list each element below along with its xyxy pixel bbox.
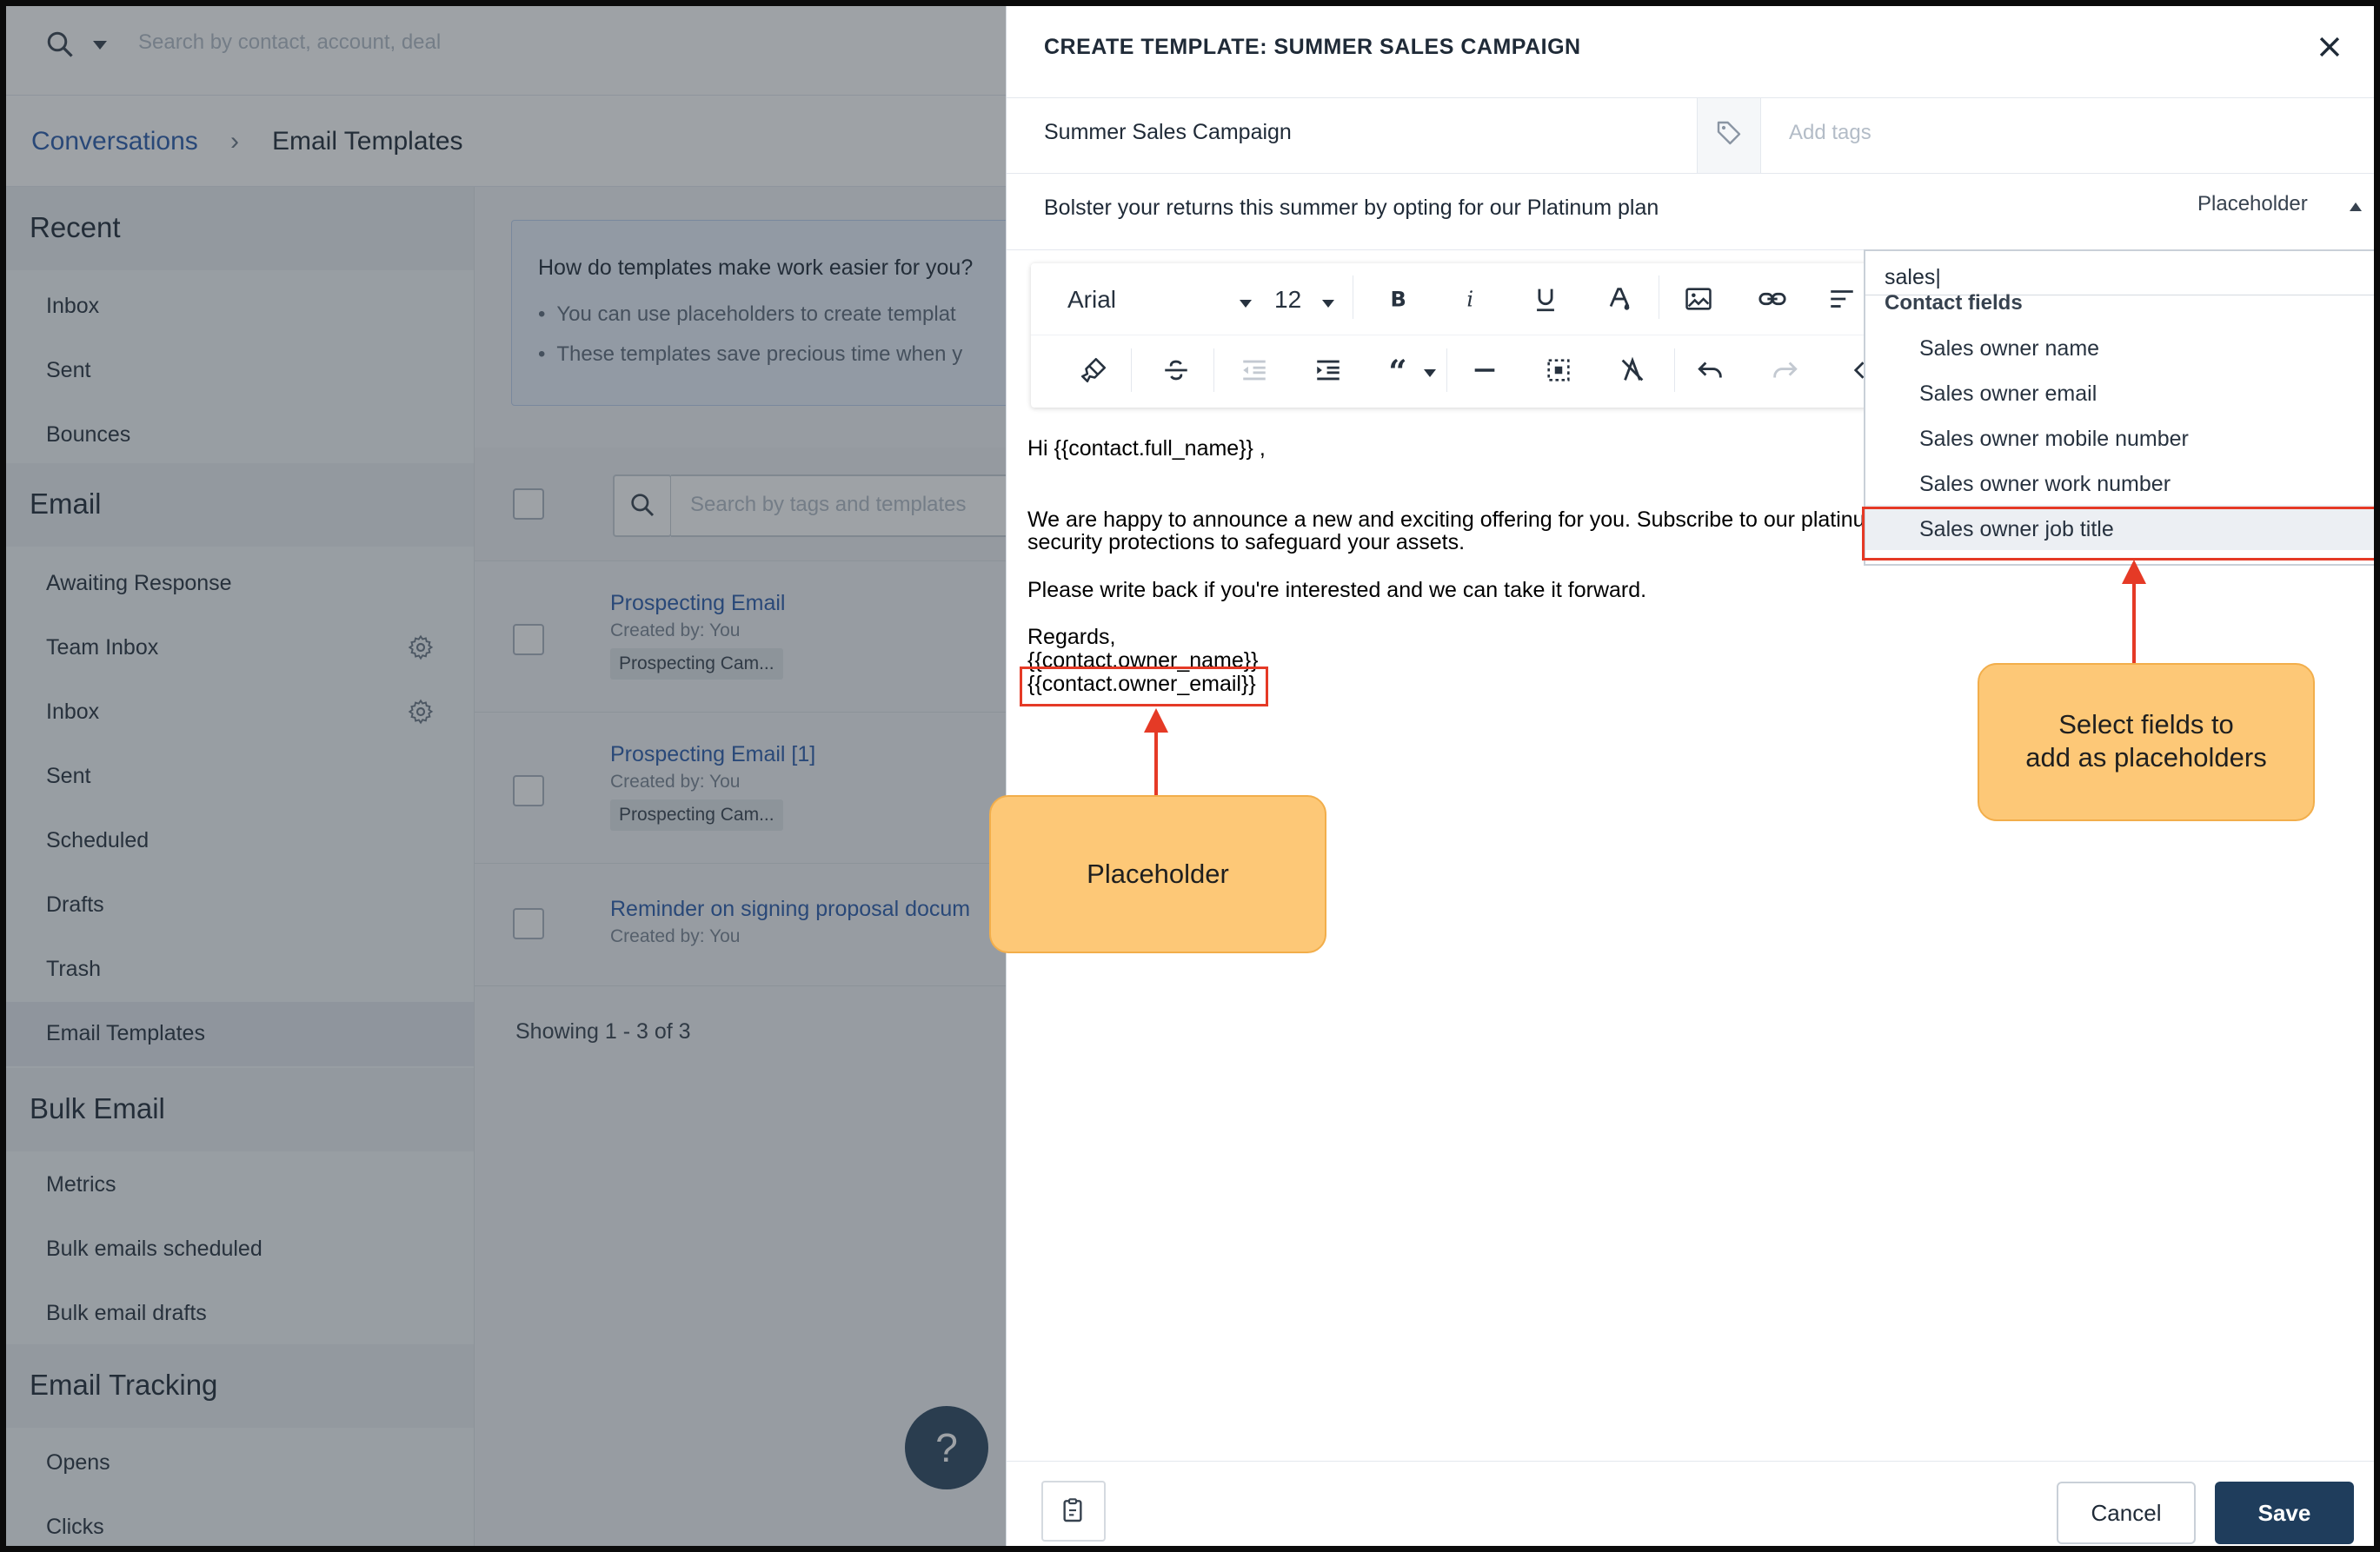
toolbar-separator xyxy=(1213,348,1214,392)
tags-input[interactable]: Add tags xyxy=(1789,121,1871,145)
dropdown-option[interactable]: Sales owner email xyxy=(1865,369,2374,415)
font-size-select[interactable]: 12 xyxy=(1274,286,1301,314)
redo-icon[interactable] xyxy=(1770,355,1799,385)
toolbar-separator xyxy=(1674,348,1675,392)
arrow-head xyxy=(2122,560,2146,584)
divider xyxy=(1007,97,2374,98)
italic-icon[interactable]: i xyxy=(1457,284,1486,314)
undo-icon[interactable] xyxy=(1696,355,1725,385)
chevron-up-icon[interactable] xyxy=(2350,202,2362,211)
cancel-button[interactable]: Cancel xyxy=(2057,1482,2196,1544)
svg-text:B: B xyxy=(1391,288,1406,312)
link-icon[interactable] xyxy=(1757,284,1788,314)
create-template-drawer: CREATE TEMPLATE: SUMMER SALES CAMPAIGN S… xyxy=(989,6,2374,1546)
align-icon[interactable] xyxy=(1826,284,1858,314)
close-icon[interactable] xyxy=(2315,32,2344,62)
template-name-input[interactable]: Summer Sales Campaign xyxy=(1044,120,1292,145)
fields-callout: Select fields to add as placeholders xyxy=(1978,663,2315,821)
placeholder-search-input[interactable]: sales| xyxy=(1865,251,2374,295)
clipboard-icon xyxy=(1063,1498,1082,1522)
body-paragraph: security protections to safeguard your a… xyxy=(1027,530,1466,554)
dropdown-option[interactable]: Sales owner mobile number xyxy=(1865,415,2374,460)
body-regards: Regards, xyxy=(1027,625,1116,649)
clipboard-button[interactable] xyxy=(1041,1481,1106,1542)
chevron-down-icon[interactable] xyxy=(1322,300,1334,308)
body-paragraph: Please write back if you're interested a… xyxy=(1027,578,1647,602)
format-painter-icon[interactable] xyxy=(1079,355,1108,385)
subject-input[interactable]: Bolster your returns this summer by opti… xyxy=(1044,196,1659,221)
select-all-icon[interactable] xyxy=(1544,355,1573,385)
strikethrough-icon[interactable] xyxy=(1161,355,1191,385)
clear-formatting-icon[interactable] xyxy=(1618,355,1647,385)
outdent-icon[interactable] xyxy=(1240,355,1269,385)
text-color-icon[interactable] xyxy=(1605,284,1634,314)
toolbar-separator xyxy=(1131,348,1132,392)
font-family-select[interactable]: Arial xyxy=(1067,286,1116,314)
save-button[interactable]: Save xyxy=(2215,1482,2354,1544)
chevron-down-icon[interactable] xyxy=(1424,369,1436,377)
chevron-down-icon[interactable] xyxy=(1240,300,1252,308)
placeholder-callout: Placeholder xyxy=(989,795,1326,953)
blockquote-icon[interactable]: “ xyxy=(1387,355,1417,385)
screenshot-frame: Search by contact, account, deal Convers… xyxy=(6,6,2374,1546)
option-highlight xyxy=(1862,507,2374,560)
svg-text:i: i xyxy=(1466,288,1473,312)
svg-text:“: “ xyxy=(1388,355,1406,385)
horizontal-rule-icon[interactable] xyxy=(1470,355,1499,385)
arrow-line xyxy=(2132,582,2136,666)
underline-icon[interactable] xyxy=(1531,284,1560,314)
bold-icon[interactable]: B xyxy=(1383,284,1413,314)
tag-icon xyxy=(1717,121,1741,145)
drawer-footer: Cancel Save xyxy=(1007,1461,2374,1546)
tags-cell xyxy=(1697,98,1761,173)
dropdown-option[interactable]: Sales owner name xyxy=(1865,324,2374,369)
body-paragraph: We are happy to announce a new and excit… xyxy=(1027,507,1884,532)
image-icon[interactable] xyxy=(1683,284,1714,314)
arrow-head xyxy=(1144,708,1168,733)
drawer-title: CREATE TEMPLATE: SUMMER SALES CAMPAIGN xyxy=(1044,35,1581,59)
placeholder-dropdown-button[interactable]: Placeholder xyxy=(2197,192,2308,216)
dropdown-group-label: Contact fields xyxy=(1885,291,2023,315)
placeholder-highlight xyxy=(1020,667,1268,706)
dropdown-option[interactable]: Sales owner work number xyxy=(1865,460,2374,505)
editor-toolbar: Arial 12 B i “ xyxy=(1031,263,1883,408)
divider xyxy=(1007,173,2374,174)
toolbar-separator xyxy=(1446,348,1447,392)
indent-icon[interactable] xyxy=(1313,355,1343,385)
body-greeting: Hi {{contact.full_name}} , xyxy=(1027,436,1266,461)
modal-backdrop[interactable] xyxy=(6,6,1006,1546)
